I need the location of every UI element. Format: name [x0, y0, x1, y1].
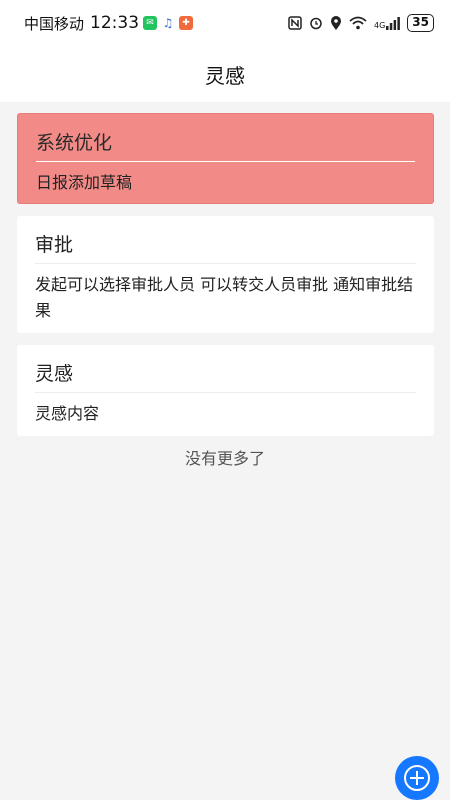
card-title: 系统优化 — [36, 114, 415, 162]
alarm-icon — [310, 17, 322, 30]
no-more-indicator: 没有更多了 — [184, 449, 265, 468]
network-type: 4G — [374, 20, 386, 30]
music-icon: ♫ — [161, 16, 176, 30]
wifi-icon — [349, 16, 367, 30]
wechat-icon: ✉ — [143, 16, 158, 30]
add-circle-icon — [404, 765, 430, 791]
page-title: 灵感 — [205, 63, 245, 88]
idea-card[interactable]: 系统优化 日报添加草稿 — [17, 113, 434, 204]
idea-card[interactable]: 审批 发起可以选择审批人员 可以转交人员审批 通知审批结果 — [17, 216, 434, 333]
card-title: 灵感 — [35, 345, 416, 393]
battery-level: 35 — [407, 14, 434, 32]
nfc-icon — [288, 16, 302, 30]
add-idea-button[interactable] — [395, 756, 439, 800]
app-notification-icon: ✚ — [179, 16, 194, 30]
clock-time: 12:33 — [90, 13, 140, 33]
status-bar: 中国移动 12:33 ✉ ♫ ✚ 4G 35 — [0, 0, 450, 46]
location-icon — [331, 15, 341, 30]
status-bar-left: 中国移动 12:33 ✉ ♫ ✚ — [24, 13, 194, 34]
page-header: 灵感 — [0, 46, 450, 102]
card-body: 灵感内容 — [35, 404, 100, 423]
card-body: 日报添加草稿 — [36, 173, 133, 192]
card-body: 发起可以选择审批人员 可以转交人员审批 通知审批结果 — [35, 275, 414, 320]
status-bar-right: 4G 35 — [288, 14, 434, 32]
cellular-signal-icon: 4G — [374, 16, 401, 30]
idea-card[interactable]: 灵感 灵感内容 — [17, 345, 434, 436]
card-title: 审批 — [35, 216, 416, 264]
carrier-name: 中国移动 — [24, 14, 85, 33]
